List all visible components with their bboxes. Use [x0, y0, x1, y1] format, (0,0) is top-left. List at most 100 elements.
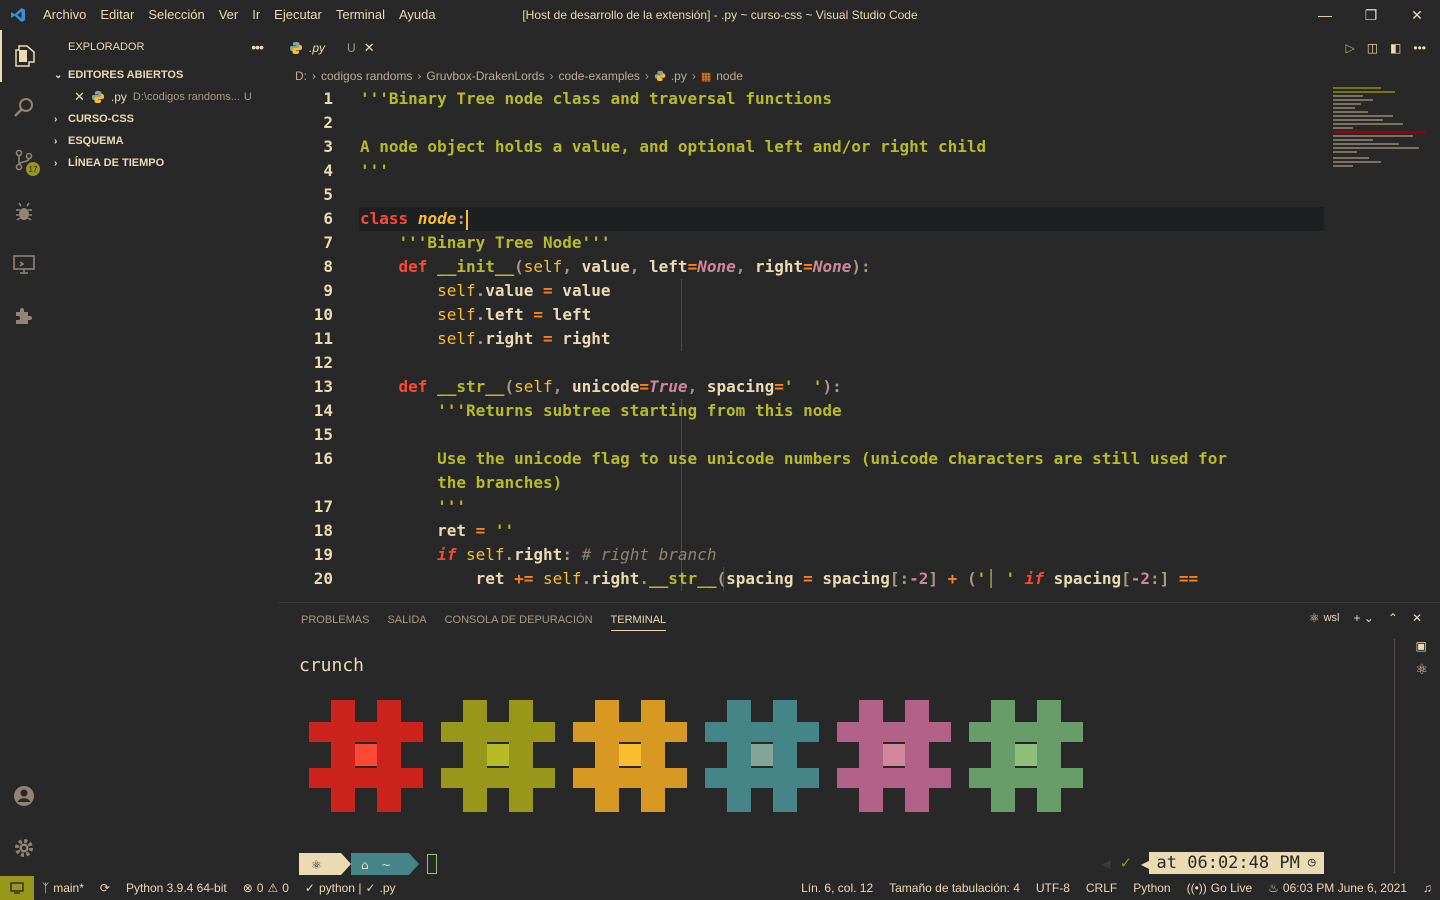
terminal-scrollbar[interactable]	[1394, 639, 1395, 873]
close-icon[interactable]: ✕	[74, 89, 85, 105]
problems-status[interactable]: ⊗ 0 ⚠ 0	[235, 881, 297, 895]
python-icon	[654, 70, 666, 82]
minimize-button[interactable]: —	[1302, 0, 1348, 30]
tab-terminal[interactable]: TERMINAL	[610, 614, 667, 631]
breadcrumb-item[interactable]: Gruvbox-DrakenLords	[426, 69, 544, 83]
extensions-icon[interactable]	[0, 290, 48, 342]
open-editors-label: EDITORES ABIERTOS	[68, 69, 184, 81]
error-icon: ⊗	[242, 881, 253, 895]
shell-selector[interactable]: ⚛ wsl	[1309, 611, 1340, 625]
more-actions-icon[interactable]: •••	[1413, 41, 1426, 55]
restore-button[interactable]: ❐	[1348, 0, 1394, 30]
debug-icon[interactable]	[0, 186, 48, 238]
new-terminal-icon[interactable]: + ⌄	[1353, 611, 1373, 625]
minimap[interactable]	[1329, 87, 1440, 602]
line-number: 8	[323, 257, 333, 276]
tab-status: U	[347, 40, 356, 55]
line-number: 16	[313, 449, 333, 468]
prompt-left: ⚛ ⌂ ~	[299, 853, 437, 875]
editor-tab[interactable]: .py U ✕	[279, 30, 399, 65]
menu-ir[interactable]: Ir	[245, 0, 267, 30]
warning-icon: ⚠	[267, 881, 279, 895]
svg-text:⌂: ⌂	[361, 858, 369, 872]
split-editor-icon[interactable]: ◧	[1390, 41, 1401, 55]
open-editor-item[interactable]: ✕ .py D:\codigos randoms... U	[48, 86, 279, 108]
account-icon[interactable]	[0, 770, 48, 822]
menu-bar: Archivo Editar Selección Ver Ir Ejecutar…	[36, 0, 443, 30]
menu-ver[interactable]: Ver	[212, 0, 246, 30]
hash-symbol	[969, 700, 1083, 812]
breadcrumb-item[interactable]: code-examples	[558, 69, 639, 83]
chevron-right-icon: ›	[54, 135, 58, 147]
broadcast-icon: ((•))	[1186, 881, 1207, 895]
code-editor[interactable]: 1 '''Binary Tree node class and traversal…	[279, 87, 1329, 602]
encoding[interactable]: UTF-8	[1028, 881, 1078, 895]
tab-salida[interactable]: SALIDA	[387, 614, 426, 626]
ubuntu-icon[interactable]: ⚛	[1415, 661, 1428, 678]
lint-status[interactable]: ✓ python | ✓ .py	[297, 881, 404, 895]
terminal-icon[interactable]: ▣	[1415, 639, 1428, 653]
tab-problemas[interactable]: PROBLEMAS	[301, 614, 369, 626]
breadcrumb-item[interactable]: codigos randoms	[321, 69, 412, 83]
line-number: 1	[323, 89, 333, 108]
maximize-panel-icon[interactable]: ⌃	[1388, 611, 1398, 625]
color-hash-grid	[309, 700, 1083, 812]
close-tab-icon[interactable]: ✕	[364, 40, 375, 56]
timeline-section[interactable]: › LÍNEA DE TIEMPO	[48, 152, 279, 174]
menu-seleccion[interactable]: Selección	[141, 0, 211, 30]
go-live-button[interactable]: ((•)) Go Live	[1179, 881, 1261, 895]
class-icon: ▦	[700, 70, 712, 83]
tab-consola-depuracion[interactable]: CONSOLA DE DEPURACIÓN	[445, 614, 593, 626]
python-interpreter[interactable]: Python 3.9.4 64-bit	[118, 881, 235, 895]
line-number: 12	[313, 353, 333, 372]
activity-bar: 17	[0, 30, 48, 876]
datetime-status[interactable]: ♨ 06:03 PM June 6, 2021	[1260, 881, 1415, 895]
close-window-button[interactable]: ✕	[1394, 0, 1440, 30]
remote-explorer-icon[interactable]	[0, 238, 48, 290]
menu-ayuda[interactable]: Ayuda	[392, 0, 443, 30]
branch-status[interactable]: ᛉ main*	[34, 881, 92, 895]
sync-icon[interactable]: ⟳	[92, 881, 118, 895]
outline-section[interactable]: › ESQUEMA	[48, 130, 279, 152]
hash-symbol	[837, 700, 951, 812]
open-editor-name: .py	[110, 90, 127, 104]
check-icon: ✓	[304, 881, 315, 895]
breadcrumb-item[interactable]: D:	[295, 69, 307, 83]
bottom-panel: PROBLEMAS SALIDA CONSOLA DE DEPURACIÓN T…	[279, 602, 1440, 876]
language-mode[interactable]: Python	[1125, 881, 1178, 895]
source-control-icon[interactable]: 17	[0, 134, 48, 186]
folder-section[interactable]: › CURSO-CSS	[48, 108, 279, 130]
breadcrumb-item[interactable]: .py	[671, 69, 687, 83]
lint-file: .py	[379, 881, 396, 895]
remote-indicator-icon[interactable]	[0, 876, 34, 900]
explorer-icon[interactable]	[0, 30, 48, 82]
line-number: 14	[313, 401, 333, 420]
more-actions-icon[interactable]: •••	[251, 39, 264, 55]
close-panel-icon[interactable]: ✕	[1412, 611, 1422, 625]
menu-terminal[interactable]: Terminal	[329, 0, 392, 30]
lint-label: python |	[318, 881, 362, 895]
run-icon[interactable]: ▷	[1345, 41, 1354, 55]
line-number: 18	[313, 521, 333, 540]
notifications-bell-icon[interactable]: ♫	[1415, 881, 1440, 895]
open-changes-icon[interactable]: ◫	[1367, 41, 1378, 55]
branch-name: main*	[53, 881, 84, 895]
breadcrumb-item[interactable]: node	[716, 69, 743, 83]
menu-archivo[interactable]: Archivo	[36, 0, 93, 30]
svg-text:⚛: ⚛	[311, 858, 322, 872]
search-icon[interactable]	[0, 82, 48, 134]
line-ending[interactable]: CRLF	[1078, 881, 1125, 895]
menu-editar[interactable]: Editar	[93, 0, 141, 30]
python-icon	[91, 90, 105, 104]
datetime-label: 06:03 PM June 6, 2021	[1282, 881, 1407, 895]
line-number: 9	[323, 281, 333, 300]
menu-ejecutar[interactable]: Ejecutar	[267, 0, 329, 30]
svg-text:~: ~	[381, 858, 391, 872]
cursor-position[interactable]: Lín. 6, col. 12	[793, 881, 881, 895]
source-control-badge: 17	[26, 162, 40, 176]
tab-size[interactable]: Tamaño de tabulación: 4	[881, 881, 1028, 895]
settings-gear-icon[interactable]	[0, 822, 48, 874]
terminal-title: crunch	[299, 655, 365, 676]
open-editors-section[interactable]: ⌄ EDITORES ABIERTOS	[48, 64, 279, 86]
line-number: 17	[313, 497, 333, 516]
